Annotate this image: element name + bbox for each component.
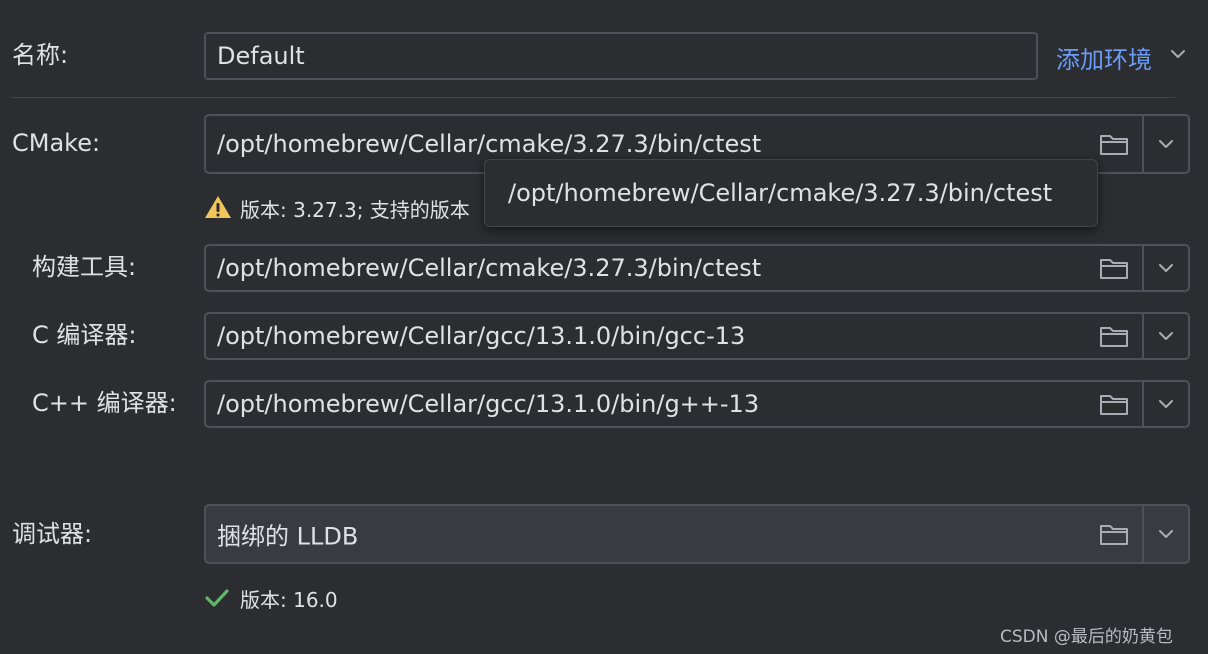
section-separator — [12, 97, 1175, 98]
tooltip-text: /opt/homebrew/Cellar/cmake/3.27.3/bin/ct… — [508, 179, 1053, 207]
chevron-down-icon — [1159, 332, 1173, 340]
warning-icon — [205, 196, 231, 218]
cmake-path-tooltip: /opt/homebrew/Cellar/cmake/3.27.3/bin/ct… — [484, 159, 1098, 227]
folder-icon[interactable] — [1098, 255, 1130, 281]
c-compiler-dropdown-button[interactable] — [1144, 314, 1188, 358]
debugger-version: 版本: 16.0 — [240, 588, 338, 612]
cmake-version-warning: 版本: 3.27.3; 支持的版本 — [240, 198, 470, 222]
cmake-dropdown-button[interactable] — [1144, 116, 1188, 172]
build-tool-path-combobox[interactable]: /opt/homebrew/Cellar/cmake/3.27.3/bin/ct… — [204, 244, 1190, 292]
folder-icon[interactable] — [1098, 323, 1130, 349]
watermark: CSDN @最后的奶黄包 — [1000, 627, 1173, 647]
name-input[interactable]: Default — [204, 32, 1038, 80]
cpp-compiler-path-combobox[interactable]: /opt/homebrew/Cellar/gcc/13.1.0/bin/g++-… — [204, 380, 1190, 428]
chevron-down-icon — [1159, 530, 1173, 538]
add-environment-label: 添加环境 — [1056, 46, 1152, 74]
folder-icon[interactable] — [1098, 391, 1130, 417]
cmake-label: CMake: — [12, 129, 101, 157]
chevron-down-icon — [1159, 400, 1173, 408]
checkmark-icon — [205, 589, 229, 607]
folder-icon[interactable] — [1098, 131, 1130, 157]
chevron-down-icon — [1159, 264, 1173, 272]
add-environment-link[interactable]: 添加环境 — [1056, 38, 1190, 74]
build-tool-path-value: /opt/homebrew/Cellar/cmake/3.27.3/bin/ct… — [217, 254, 762, 282]
name-input-value: Default — [217, 42, 305, 70]
debugger-label: 调试器: — [12, 520, 93, 548]
cpp-compiler-path-value: /opt/homebrew/Cellar/gcc/13.1.0/bin/g++-… — [217, 390, 760, 418]
chevron-down-icon — [1171, 50, 1185, 58]
c-compiler-label: C 编译器: — [32, 321, 137, 349]
debugger-value: 捆绑的 LLDB — [217, 522, 359, 551]
debugger-combobox[interactable]: 捆绑的 LLDB — [204, 504, 1190, 564]
name-label: 名称: — [12, 41, 69, 69]
cpp-compiler-dropdown-button[interactable] — [1144, 382, 1188, 426]
build-tool-dropdown-button[interactable] — [1144, 246, 1188, 290]
c-compiler-path-value: /opt/homebrew/Cellar/gcc/13.1.0/bin/gcc-… — [217, 322, 746, 350]
build-tool-label: 构建工具: — [32, 253, 137, 281]
chevron-down-icon — [1159, 140, 1173, 148]
cpp-compiler-label: C++ 编译器: — [32, 389, 177, 417]
cmake-path-value: /opt/homebrew/Cellar/cmake/3.27.3/bin/ct… — [217, 130, 762, 158]
debugger-dropdown-button[interactable] — [1144, 506, 1188, 562]
c-compiler-path-combobox[interactable]: /opt/homebrew/Cellar/gcc/13.1.0/bin/gcc-… — [204, 312, 1190, 360]
folder-icon[interactable] — [1098, 521, 1130, 547]
